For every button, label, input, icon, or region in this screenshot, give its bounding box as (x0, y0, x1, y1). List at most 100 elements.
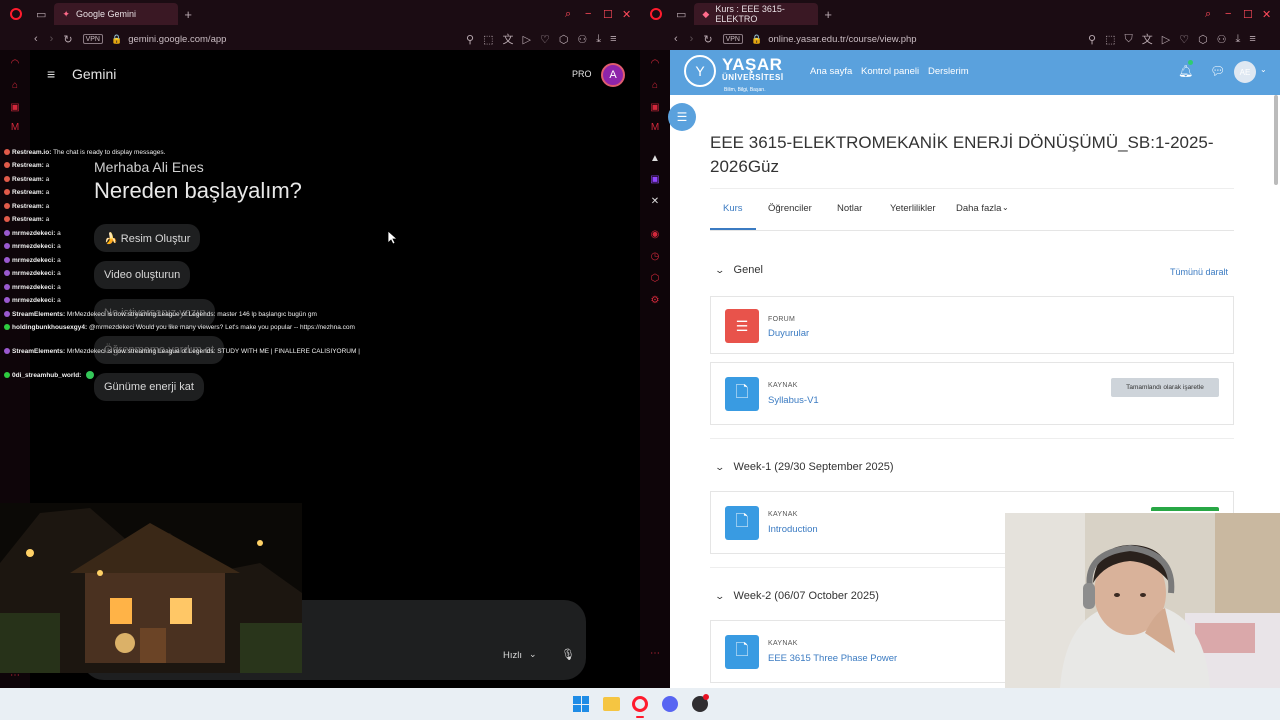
tab-gemini[interactable]: ✦ Google Gemini (54, 3, 179, 25)
snapshot-icon[interactable]: ⬚ (1105, 31, 1115, 47)
section-header-general[interactable]: ⌄ Genel (714, 264, 762, 276)
extensions-sidebar-icon[interactable]: ⬡ (649, 273, 661, 285)
minimize-icon[interactable]: − (1225, 8, 1231, 20)
close-icon[interactable]: ✕ (1262, 8, 1271, 21)
download-icon[interactable]: ⤓ (1236, 31, 1241, 47)
tab-students[interactable]: Öğrenciler (768, 203, 812, 214)
url-field[interactable]: online.yasar.edu.tr/course/view.php (768, 34, 916, 45)
minimize-icon[interactable]: − (585, 8, 591, 20)
reload-icon[interactable]: ↻ (703, 33, 712, 46)
translate-icon[interactable]: 文 (1142, 31, 1153, 47)
windows-start-icon[interactable] (573, 696, 589, 712)
nav-my-courses[interactable]: Derslerim (928, 66, 969, 77)
section-header-week-2[interactable]: ⌄ Week-2 (06/07 October 2025) (714, 590, 878, 602)
mark-as-done-button[interactable]: Tamamlandı olarak işaretle (1111, 378, 1219, 397)
tab-course[interactable]: ◆ Kurs : EEE 3615-ELEKTRO (694, 3, 819, 25)
opera-taskbar-icon[interactable] (632, 696, 648, 712)
tab-overview-icon[interactable]: ▭ (36, 8, 46, 21)
profile-icon[interactable]: ⚇ (577, 31, 587, 47)
play-icon[interactable]: ▷ (1162, 31, 1170, 47)
history-icon[interactable]: ◷ (649, 251, 661, 263)
tab-overview-icon[interactable]: ▭ (676, 8, 686, 21)
play-icon[interactable]: ▷ (522, 31, 530, 47)
scrollbar[interactable] (1274, 95, 1278, 185)
pin-icon[interactable]: ⚲ (466, 31, 474, 47)
sidebar-more-icon[interactable]: ⋯ (649, 648, 661, 660)
completion-button[interactable] (1151, 507, 1219, 511)
heart-icon[interactable]: ♡ (540, 31, 550, 47)
chip-create-video[interactable]: Video oluşturun (94, 261, 191, 289)
section-header-week-1[interactable]: ⌄ Week-1 (29/30 September 2025) (714, 461, 893, 473)
extensions-icon[interactable]: ⬡ (559, 31, 569, 47)
maximize-icon[interactable]: ☐ (603, 8, 613, 21)
extensions-icon[interactable]: ⬡ (1198, 31, 1208, 47)
menu-icon[interactable]: ≡ (610, 31, 616, 47)
shop-icon[interactable]: ⌂ (9, 80, 21, 92)
pin-icon[interactable]: ⚲ (1088, 31, 1096, 47)
avatar[interactable]: A (601, 63, 625, 87)
university-logo[interactable]: Y YAŞAR ÜNİVERSİTESİ Bilim, Bilgi, Başar… (684, 54, 792, 94)
opera-menu-icon[interactable] (10, 8, 22, 20)
tab-grades[interactable]: Notlar (837, 203, 862, 214)
nav-home[interactable]: Ana sayfa (810, 66, 852, 77)
forward-icon[interactable]: › (50, 33, 54, 45)
x-icon[interactable]: ✕ (649, 196, 661, 208)
nav-dashboard[interactable]: Kontrol paneli (861, 66, 919, 77)
opera-menu-icon[interactable] (650, 8, 662, 20)
ai-icon[interactable]: ◠ (9, 58, 21, 70)
chip-boost-my-day[interactable]: Günüme enerji kat (94, 373, 204, 401)
activity-link[interactable]: EEE 3615 Three Phase Power (768, 653, 897, 664)
aria-icon[interactable]: ▲ (649, 153, 661, 165)
user-avatar[interactable]: AE (1234, 61, 1256, 83)
messenger-icon[interactable]: ▣ (649, 102, 661, 114)
search-icon[interactable]: ⌕ (565, 8, 571, 21)
mail-icon[interactable]: M (649, 122, 661, 134)
hamburger-icon[interactable]: ≡ (47, 66, 55, 82)
activity-link[interactable]: Duyurular (768, 328, 809, 339)
twitch-icon[interactable]: ▣ (649, 174, 661, 186)
tab-course[interactable]: Kurs (723, 203, 743, 214)
notification-bell-icon[interactable]: 🔔︎ (1178, 64, 1193, 78)
activity-link[interactable]: Syllabus-V1 (768, 395, 819, 406)
user-menu-chevron-icon[interactable]: ⌄ (1260, 65, 1267, 74)
heart-icon[interactable]: ♡ (1179, 31, 1189, 47)
chevron-down-icon[interactable]: ⌄ (714, 265, 725, 276)
download-icon[interactable]: ⤓ (596, 31, 601, 47)
activity-link[interactable]: Introduction (768, 524, 818, 535)
microphone-icon[interactable]: 🎙 (561, 648, 575, 661)
search-icon[interactable]: ⌕ (1205, 8, 1211, 21)
chevron-down-icon[interactable]: ⌄ (1002, 203, 1009, 212)
snapshot-icon[interactable]: ⬚ (483, 31, 493, 47)
tab-more[interactable]: Daha fazla (956, 203, 1001, 214)
shop-icon[interactable]: ⌂ (649, 80, 661, 92)
chip-create-image[interactable]: 🍌 Resim Oluştur (94, 224, 201, 252)
back-icon[interactable]: ‹ (674, 33, 678, 45)
close-icon[interactable]: ✕ (622, 8, 631, 21)
vpn-badge[interactable]: VPN (82, 34, 103, 44)
discord-icon[interactable] (662, 696, 678, 712)
chevron-down-icon[interactable]: ⌄ (529, 649, 537, 660)
collapse-all-link[interactable]: Tümünü daralt (1170, 267, 1228, 277)
vpn-badge[interactable]: VPN (722, 34, 743, 44)
forward-icon[interactable]: › (690, 33, 694, 45)
ai-icon[interactable]: ◠ (649, 58, 661, 70)
chevron-down-icon[interactable]: ⌄ (714, 591, 725, 602)
maximize-icon[interactable]: ☐ (1243, 8, 1253, 21)
shield-icon[interactable]: ⛉ (1124, 31, 1132, 47)
player-icon[interactable]: ◉ (649, 229, 661, 241)
settings-icon[interactable]: ⚙ (649, 295, 661, 307)
profile-icon[interactable]: ⚇ (1217, 31, 1227, 47)
reload-icon[interactable]: ↻ (63, 33, 72, 46)
translate-icon[interactable]: 文 (502, 31, 513, 47)
mail-icon[interactable]: M (9, 122, 21, 134)
mode-selector[interactable]: Hızlı (503, 650, 522, 661)
back-icon[interactable]: ‹ (34, 33, 38, 45)
messenger-icon[interactable]: ▣ (9, 102, 21, 114)
messages-icon[interactable]: 💬︎ (1210, 64, 1225, 78)
chevron-down-icon[interactable]: ⌄ (714, 462, 725, 473)
url-field[interactable]: gemini.google.com/app (128, 34, 226, 45)
menu-icon[interactable]: ≡ (1249, 31, 1255, 47)
tab-competencies[interactable]: Yeterlilikler (890, 203, 936, 214)
new-tab-icon[interactable]: + (184, 7, 192, 22)
new-tab-icon[interactable]: + (824, 7, 832, 22)
